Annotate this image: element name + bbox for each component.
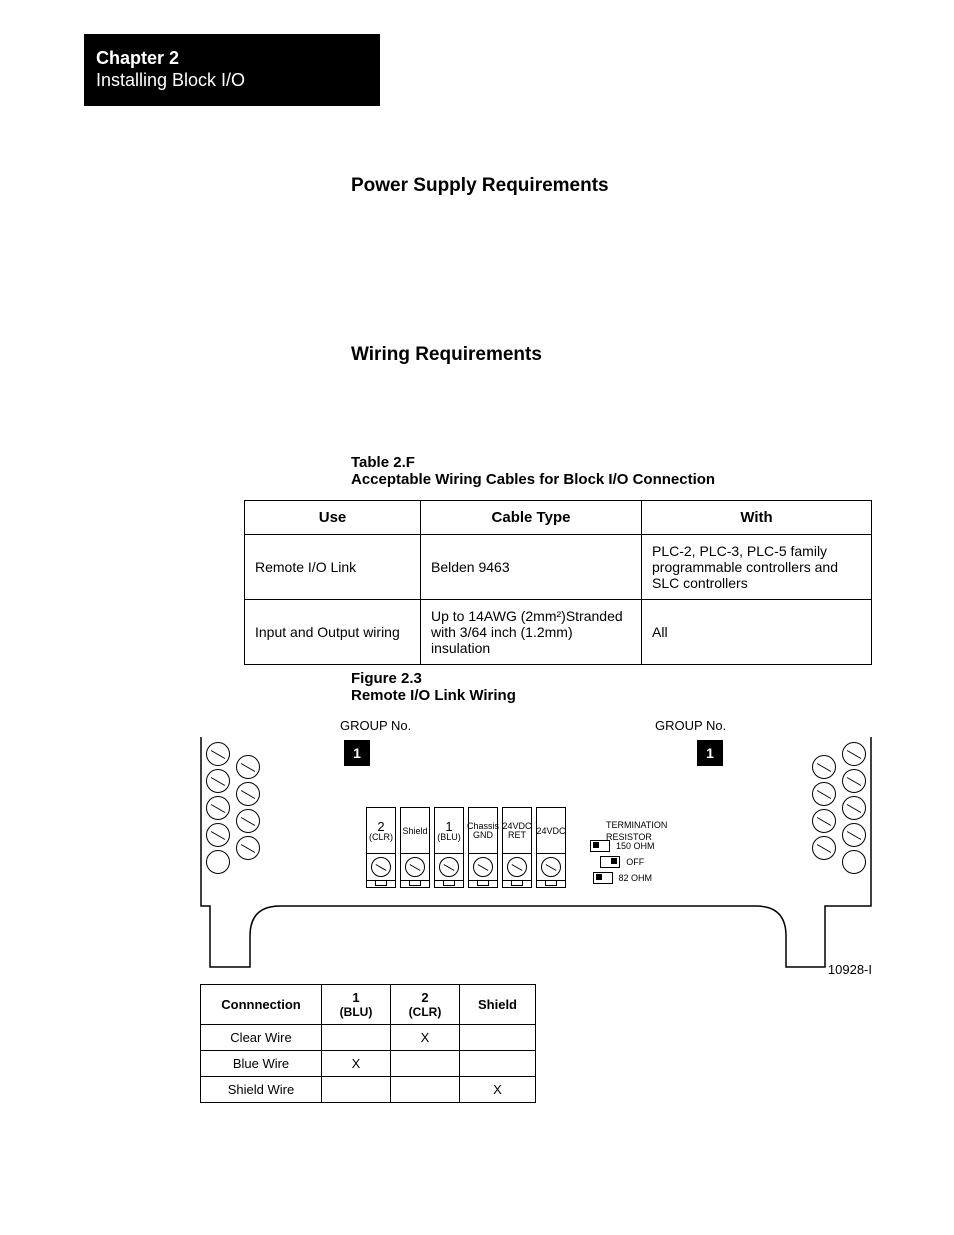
switch-label-off: OFF	[626, 857, 644, 867]
cell-c2: X	[391, 1025, 460, 1051]
cell-use: Input and Output wiring	[245, 600, 421, 665]
screw-terminal-icon	[236, 755, 260, 779]
screw-terminal-icon	[206, 796, 230, 820]
connector-label-bottom: (CLR)	[369, 833, 393, 842]
table-2f-header-use: Use	[245, 501, 421, 535]
screw-terminal-icon	[206, 742, 230, 766]
screw-terminal-icon	[842, 742, 866, 766]
screw-terminal-icon	[206, 823, 230, 847]
connector-24vdc-ret: 24VDCRET	[502, 807, 532, 888]
screw-terminal-icon	[507, 857, 527, 877]
screw-terminal-icon	[812, 836, 836, 860]
screw-terminal-icon	[473, 857, 493, 877]
connector-label-top: Shield	[402, 827, 427, 836]
table-2f-caption-number: Table 2.F	[351, 454, 415, 472]
table-2f: Use Cable Type With Remote I/O Link Beld…	[244, 500, 872, 665]
screw-terminal-icon	[842, 769, 866, 793]
connector-label-bottom: (BLU)	[437, 833, 461, 842]
cell-with: PLC-2, PLC-3, PLC-5 family programmable …	[642, 535, 872, 600]
group-number-right: 1	[697, 740, 723, 766]
screw-terminal-icon	[206, 769, 230, 793]
header-blu: (BLU)	[332, 1005, 380, 1019]
dip-switch-icon	[600, 856, 620, 868]
figure-2-3-caption-number: Figure 2.3	[351, 670, 422, 688]
dip-switch-icon	[593, 872, 613, 884]
cell-c1: X	[322, 1051, 391, 1077]
termination-title1: TERMINATION	[606, 820, 667, 832]
table-row: Remote I/O Link Belden 9463 PLC-2, PLC-3…	[245, 535, 872, 600]
cell-use: Remote I/O Link	[245, 535, 421, 600]
cell-cable: Up to 14AWG (2mm²)Stranded with 3/64 inc…	[421, 600, 642, 665]
connection-table: Connnection 1 (BLU) 2 (CLR) Shield Clear…	[200, 984, 536, 1103]
terminal-hole-icon	[206, 850, 230, 874]
connector-24vdc: 24VDC	[536, 807, 566, 888]
cell-label: Blue Wire	[201, 1051, 322, 1077]
cell-label: Clear Wire	[201, 1025, 322, 1051]
header-clr: (CLR)	[401, 1005, 449, 1019]
cell-c1	[322, 1025, 391, 1051]
terminal-block-left	[206, 742, 260, 874]
screw-terminal-icon	[236, 809, 260, 833]
group-number-left: 1	[344, 740, 370, 766]
connector-2-clr: 2(CLR)	[366, 807, 396, 888]
cell-c2	[391, 1077, 460, 1103]
chapter-number: Chapter 2	[96, 48, 380, 70]
section-heading-wiring: Wiring Requirements	[351, 344, 542, 366]
conn-table-header-2-clr: 2 (CLR)	[391, 985, 460, 1025]
table-row: Clear Wire X	[201, 1025, 536, 1051]
figure-2-3: GROUP No. GROUP No. 1 1	[200, 712, 872, 972]
screw-terminal-icon	[812, 809, 836, 833]
figure-2-3-caption-title: Remote I/O Link Wiring	[351, 687, 516, 705]
table-row: Shield Wire X	[201, 1077, 536, 1103]
cell-with: All	[642, 600, 872, 665]
connector-row: 2(CLR) Shield 1(BLU) ChassisGND 24VDCRET	[366, 807, 566, 888]
conn-table-header-1-blu: 1 (BLU)	[322, 985, 391, 1025]
connector-label-bottom: GND	[473, 831, 493, 840]
screw-terminal-icon	[236, 782, 260, 806]
page: Chapter 2 Installing Block I/O Power Sup…	[0, 0, 954, 1235]
group-label-left: GROUP No.	[340, 718, 411, 733]
screw-terminal-icon	[439, 857, 459, 877]
screw-terminal-icon	[541, 857, 561, 877]
conn-table-header-connection: Connnection	[201, 985, 322, 1025]
switch-label-150: 150 OHM	[616, 841, 655, 851]
table-2f-caption-title: Acceptable Wiring Cables for Block I/O C…	[351, 471, 715, 489]
termination-switch-stack: 150 OHM OFF 82 OHM	[590, 840, 655, 884]
cell-cable: Belden 9463	[421, 535, 642, 600]
chapter-header: Chapter 2 Installing Block I/O	[84, 34, 380, 106]
screw-terminal-icon	[812, 782, 836, 806]
dip-switch-icon	[590, 840, 610, 852]
connector-label-top: 24VDC	[537, 827, 566, 836]
switch-label-82: 82 OHM	[619, 873, 653, 883]
connector-shield: Shield	[400, 807, 430, 888]
screw-terminal-icon	[405, 857, 425, 877]
terminal-hole-icon	[842, 850, 866, 874]
connector-chassis-gnd: ChassisGND	[468, 807, 498, 888]
screw-terminal-icon	[371, 857, 391, 877]
table-2f-header-cable: Cable Type	[421, 501, 642, 535]
connector-1-blu: 1(BLU)	[434, 807, 464, 888]
table-row: Input and Output wiring Up to 14AWG (2mm…	[245, 600, 872, 665]
section-heading-power: Power Supply Requirements	[351, 175, 609, 197]
screw-terminal-icon	[236, 836, 260, 860]
cell-c2	[391, 1051, 460, 1077]
cell-shield	[460, 1051, 536, 1077]
figure-id: 10928-I	[828, 962, 872, 977]
group-label-right: GROUP No.	[655, 718, 726, 733]
connector-label-bottom: RET	[508, 831, 526, 840]
header-2: 2	[401, 990, 449, 1005]
chapter-subtitle: Installing Block I/O	[96, 70, 380, 91]
cell-label: Shield Wire	[201, 1077, 322, 1103]
cell-c1	[322, 1077, 391, 1103]
cell-shield	[460, 1025, 536, 1051]
header-1: 1	[332, 990, 380, 1005]
screw-terminal-icon	[842, 796, 866, 820]
table-row: Blue Wire X	[201, 1051, 536, 1077]
cell-shield: X	[460, 1077, 536, 1103]
screw-terminal-icon	[812, 755, 836, 779]
conn-table-header-shield: Shield	[460, 985, 536, 1025]
screw-terminal-icon	[842, 823, 866, 847]
terminal-block-right	[812, 742, 866, 874]
table-2f-header-with: With	[642, 501, 872, 535]
